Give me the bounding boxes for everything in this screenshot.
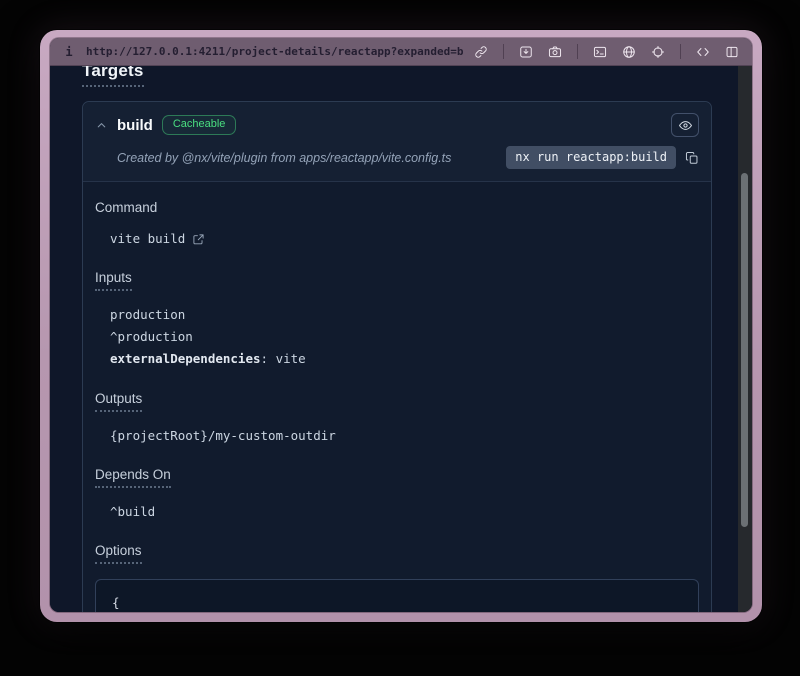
info-icon: i	[62, 45, 76, 59]
target-card-build: build Cacheable Created by @nx/vite/plug…	[82, 101, 712, 612]
input-item: production	[110, 306, 699, 324]
project-details-view: Targets build Cacheable	[50, 66, 738, 612]
run-command-chip[interactable]: nx run reactapp:build	[506, 146, 676, 169]
browser-inner: i http://127.0.0.1:4211/project-details/…	[50, 38, 752, 612]
focus-target-button[interactable]	[671, 113, 699, 137]
section-command: Command vite build	[95, 200, 699, 248]
json-brace-open: {	[112, 593, 682, 612]
section-label-options: Options	[95, 543, 142, 564]
input-item-named: externalDependencies: vite	[110, 350, 699, 368]
input-value: : vite	[261, 351, 306, 366]
section-label-command: Command	[95, 200, 699, 215]
target-name-build[interactable]: build	[117, 117, 153, 134]
created-by-note: Created by @nx/vite/plugin from apps/rea…	[117, 151, 451, 165]
page-content: Targets build Cacheable	[50, 66, 752, 612]
section-label-depends-on: Depends On	[95, 467, 171, 488]
split-panel-icon[interactable]	[724, 44, 740, 60]
globe-icon[interactable]	[621, 44, 637, 60]
toolbar-separator	[680, 44, 681, 59]
depends-on-item: ^build	[110, 503, 699, 521]
code-icon[interactable]	[695, 44, 711, 60]
section-label-outputs: Outputs	[95, 391, 142, 412]
link-icon[interactable]	[473, 44, 489, 60]
copy-icon[interactable]	[685, 151, 699, 165]
url-text[interactable]: http://127.0.0.1:4211/project-details/re…	[86, 45, 463, 58]
external-link-icon[interactable]	[192, 233, 205, 246]
run-command-group: nx run reactapp:build	[506, 146, 699, 169]
options-json-block: { "cwd": "apps/reactapp" }	[95, 579, 699, 612]
browser-toolbar	[473, 44, 740, 60]
command-value: vite build	[110, 230, 185, 248]
toolbar-separator	[577, 44, 578, 59]
section-label-inputs: Inputs	[95, 270, 132, 291]
chevron-up-icon[interactable]	[95, 119, 108, 132]
page-title: Targets	[82, 66, 712, 87]
terminal-icon[interactable]	[592, 44, 608, 60]
section-options: Options { "cwd": "apps/reactapp" }	[95, 543, 699, 612]
camera-icon[interactable]	[547, 44, 563, 60]
browser-window-frame: i http://127.0.0.1:4211/project-details/…	[40, 30, 762, 622]
browser-url-bar: i http://127.0.0.1:4211/project-details/…	[50, 38, 752, 66]
toolbar-separator	[503, 44, 504, 59]
section-outputs: Outputs {projectRoot}/my-custom-outdir	[95, 391, 699, 445]
eye-icon	[678, 118, 693, 133]
targets-heading: Targets	[82, 66, 144, 87]
input-item: ^production	[110, 328, 699, 346]
crosshair-icon[interactable]	[650, 44, 666, 60]
section-inputs: Inputs production ^production externalDe…	[95, 270, 699, 368]
cacheable-badge: Cacheable	[162, 115, 237, 135]
scrollbar-track[interactable]	[738, 66, 752, 612]
scrollbar-thumb[interactable]	[741, 173, 748, 527]
input-key: externalDependencies	[110, 351, 261, 366]
section-depends-on: Depends On ^build	[95, 467, 699, 521]
output-item: {projectRoot}/my-custom-outdir	[110, 427, 699, 445]
build-card-body: Command vite build Inputs production	[83, 182, 711, 612]
build-card-header[interactable]: build Cacheable Created by @nx/vite/plug…	[83, 102, 711, 182]
download-icon[interactable]	[518, 44, 534, 60]
